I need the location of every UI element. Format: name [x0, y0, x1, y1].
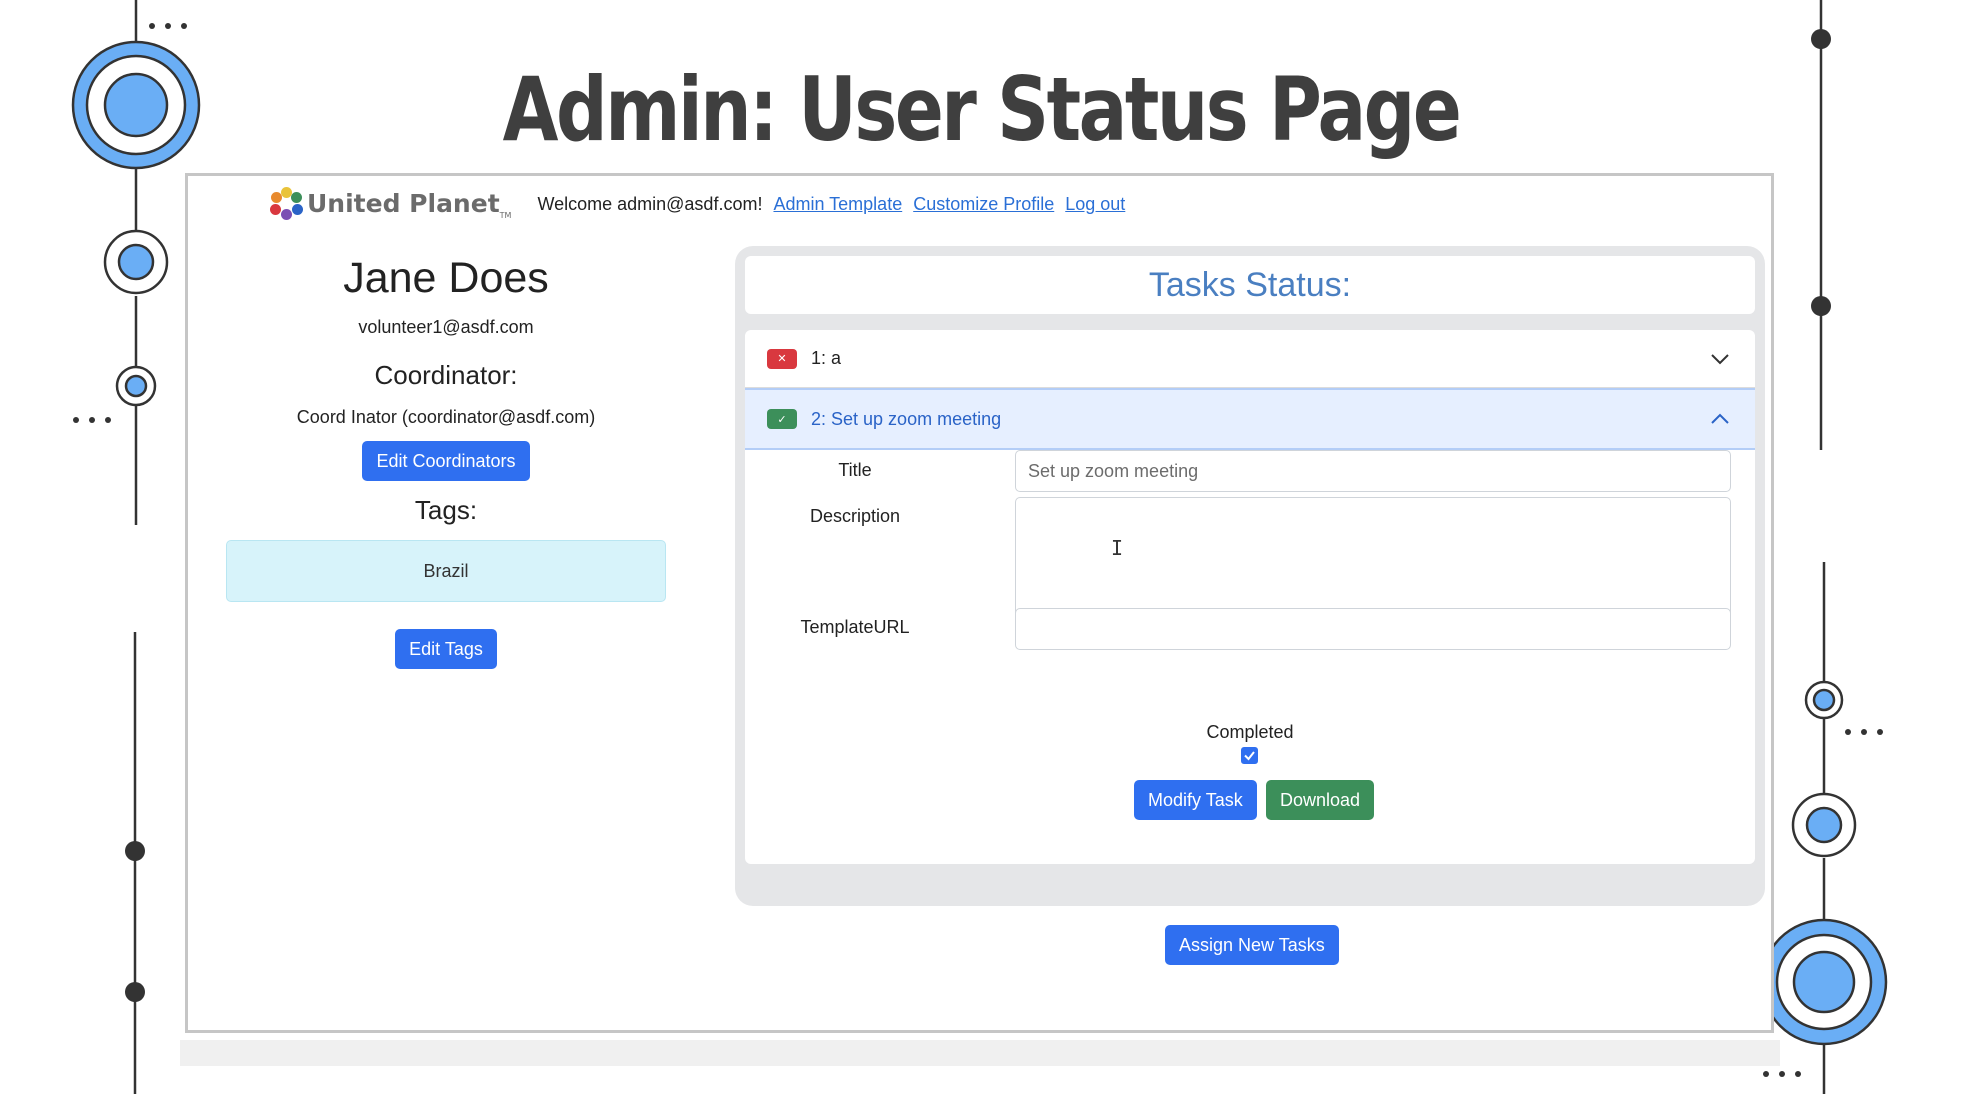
tag-item: Brazil	[226, 540, 666, 602]
text-cursor-icon: I	[1111, 536, 1124, 560]
check-icon: ✓	[767, 409, 797, 429]
customize-profile-link[interactable]: Customize Profile	[913, 194, 1054, 215]
coordinator-heading: Coordinator:	[374, 360, 518, 390]
completed-label: Completed	[1206, 722, 1294, 742]
edit-tags-button[interactable]: Edit Tags	[395, 629, 497, 669]
welcome-text: Welcome admin@asdf.com!	[537, 193, 763, 214]
app-screenshot: United PlanetTM Welcome admin@asdf.com! …	[185, 173, 1774, 1033]
edit-coordinators-button[interactable]: Edit Coordinators	[362, 441, 530, 481]
tasks-accordion: ✕ 1: a ✓ 2: Set up zoom meeting Title De…	[745, 330, 1755, 864]
tags-heading: Tags:	[414, 495, 478, 525]
tasks-panel: Tasks Status: ✕ 1: a ✓ 2: Set up zoom me…	[735, 246, 1765, 906]
x-icon: ✕	[767, 348, 797, 369]
screenshot-shadow	[180, 1040, 1780, 1066]
download-button[interactable]: Download	[1266, 780, 1375, 820]
chevron-down-icon	[1711, 353, 1729, 364]
logo-text: United PlanetTM	[307, 188, 512, 220]
top-nav: United PlanetTM Welcome admin@asdf.com! …	[270, 186, 1136, 222]
task-row-1[interactable]: ✕ 1: a	[745, 330, 1755, 388]
slide-title: Admin: User Status Page	[502, 58, 1462, 161]
flower-logo-icon	[270, 187, 304, 221]
coordinator-value: Coord Inator (coordinator@asdf.com)	[296, 407, 596, 427]
template-url-label: TemplateURL	[800, 617, 910, 637]
task-row-2[interactable]: ✓ 2: Set up zoom meeting	[745, 388, 1755, 450]
title-input[interactable]	[1015, 450, 1731, 492]
task-label: 1: a	[811, 348, 842, 368]
template-url-input[interactable]	[1015, 608, 1731, 650]
task-label: 2: Set up zoom meeting	[811, 408, 1002, 429]
title-label: Title	[838, 460, 872, 480]
logo[interactable]: United PlanetTM	[270, 187, 511, 221]
completed-checkbox[interactable]	[1241, 747, 1258, 764]
description-label: Description	[809, 506, 901, 526]
user-email: volunteer1@asdf.com	[358, 317, 534, 337]
admin-template-link[interactable]: Admin Template	[773, 194, 902, 215]
tasks-heading: Tasks Status:	[745, 256, 1755, 314]
chevron-up-icon	[1711, 413, 1729, 424]
checkmark-icon	[1244, 751, 1255, 761]
modify-task-button[interactable]: Modify Task	[1134, 780, 1257, 820]
logout-link[interactable]: Log out	[1065, 194, 1125, 215]
user-profile-panel: Jane Does volunteer1@asdf.com Coordinato…	[226, 246, 666, 669]
user-name: Jane Does	[343, 254, 549, 302]
assign-new-tasks-button[interactable]: Assign New Tasks	[1165, 925, 1339, 965]
